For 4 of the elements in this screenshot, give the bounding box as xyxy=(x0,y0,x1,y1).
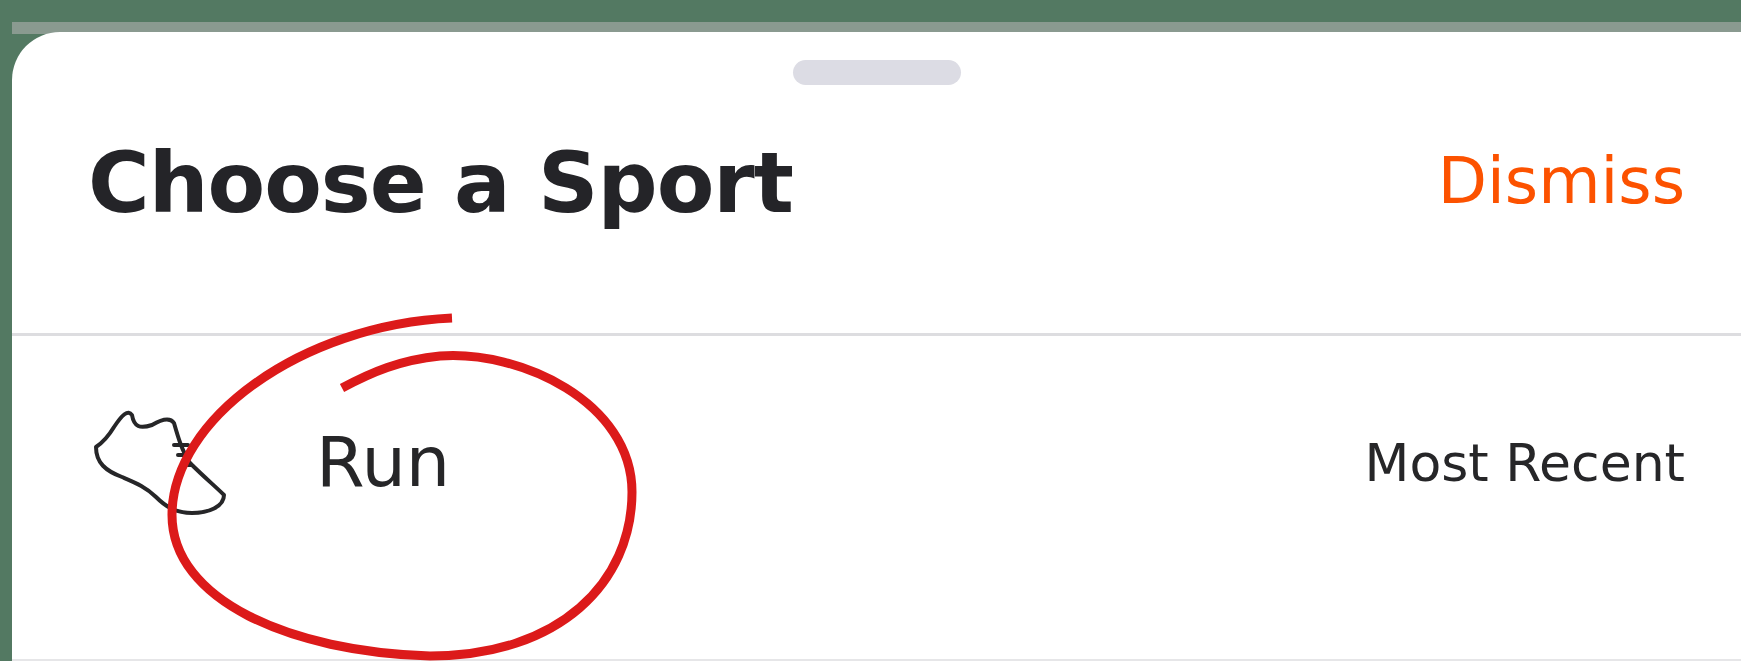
recent-label: Most Recent xyxy=(1364,431,1685,495)
sport-row[interactable]: Run Most Recent xyxy=(12,336,1741,661)
drag-handle[interactable] xyxy=(792,60,961,85)
sport-name: Run xyxy=(316,420,452,505)
